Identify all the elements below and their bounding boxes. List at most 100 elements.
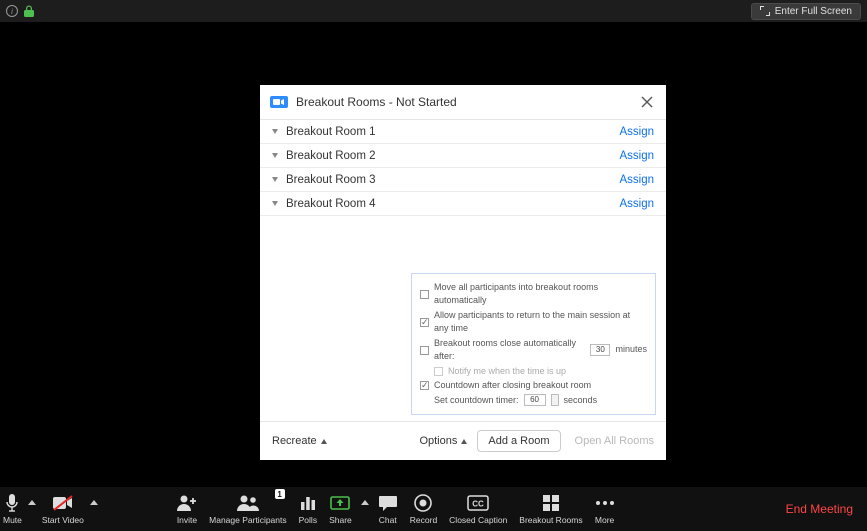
breakout-rooms-label: Breakout Rooms — [519, 515, 582, 525]
room-row[interactable]: Breakout Room 3 Assign — [260, 168, 666, 192]
chevron-up-icon — [321, 439, 327, 444]
svg-text:CC: CC — [472, 500, 484, 509]
options-label: Options — [419, 435, 457, 447]
options-popup: Move all participants into breakout room… — [411, 273, 656, 416]
chevron-up-icon — [90, 500, 98, 505]
breakout-rooms-button[interactable]: Breakout Rooms — [513, 487, 588, 531]
dialog-title: Breakout Rooms - Not Started — [296, 95, 630, 109]
recreate-label: Recreate — [272, 435, 317, 447]
option-close-after[interactable]: Breakout rooms close automatically after… — [420, 337, 647, 364]
option-label: Countdown after closing breakout room — [434, 379, 591, 393]
option-label: Set countdown timer: — [434, 394, 519, 408]
mute-label: Mute — [3, 515, 22, 525]
option-unit: seconds — [564, 394, 598, 408]
share-label: Share — [329, 515, 352, 525]
manage-participants-button[interactable]: 1 Manage Participants — [203, 487, 293, 531]
option-notify[interactable]: Notify me when the time is up — [420, 365, 647, 379]
option-label: Allow participants to return to the main… — [434, 309, 647, 336]
polls-label: Polls — [299, 515, 317, 525]
checkbox[interactable] — [420, 290, 429, 299]
share-button[interactable]: Share — [323, 487, 358, 531]
info-icon[interactable]: i — [6, 5, 18, 17]
assign-link[interactable]: Assign — [619, 126, 654, 138]
option-move-auto[interactable]: Move all participants into breakout room… — [420, 281, 647, 308]
room-row[interactable]: Breakout Room 1 Assign — [260, 120, 666, 144]
record-icon — [414, 493, 432, 513]
option-label: Notify me when the time is up — [448, 365, 566, 379]
invite-icon — [177, 493, 197, 513]
chat-label: Chat — [379, 515, 397, 525]
more-label: More — [595, 515, 614, 525]
chevron-down-icon — [272, 177, 278, 182]
dialog-header: Breakout Rooms - Not Started — [260, 85, 666, 120]
chevron-down-icon — [272, 129, 278, 134]
assign-link[interactable]: Assign — [619, 150, 654, 162]
meeting-toolbar: Mute Start Video Invite 1 Manage Partici… — [0, 487, 867, 531]
start-video-button[interactable]: Start Video — [39, 487, 87, 531]
option-allow-return[interactable]: Allow participants to return to the main… — [420, 309, 647, 336]
room-row[interactable]: Breakout Room 2 Assign — [260, 144, 666, 168]
stepper[interactable] — [551, 394, 559, 406]
manage-participants-label: Manage Participants — [209, 515, 287, 525]
closed-caption-label: Closed Caption — [449, 515, 507, 525]
chevron-down-icon — [272, 153, 278, 158]
checkbox[interactable] — [420, 318, 429, 327]
microphone-icon — [4, 493, 20, 513]
polls-button[interactable]: Polls — [293, 487, 323, 531]
zoom-logo-icon — [270, 96, 288, 108]
fullscreen-icon — [760, 6, 770, 16]
option-label: Breakout rooms close automatically after… — [434, 337, 585, 364]
option-label: Move all participants into breakout room… — [434, 281, 647, 308]
video-off-icon — [52, 493, 74, 513]
participants-icon — [236, 493, 260, 513]
close-button[interactable] — [638, 93, 656, 111]
room-list: Breakout Room 1 Assign Breakout Room 2 A… — [260, 120, 666, 216]
room-row[interactable]: Breakout Room 4 Assign — [260, 192, 666, 216]
polls-icon — [299, 493, 317, 513]
room-name: Breakout Room 2 — [286, 150, 376, 162]
option-countdown[interactable]: Countdown after closing breakout room — [420, 379, 647, 393]
breakout-rooms-icon — [542, 493, 560, 513]
checkbox[interactable] — [434, 367, 443, 376]
record-button[interactable]: Record — [404, 487, 443, 531]
recreate-menu[interactable]: Recreate — [272, 435, 327, 447]
share-screen-icon — [330, 493, 350, 513]
chevron-down-icon — [272, 201, 278, 206]
more-icon — [595, 493, 615, 513]
video-menu-caret[interactable] — [87, 487, 101, 531]
chat-button[interactable]: Chat — [372, 487, 404, 531]
checkbox[interactable] — [420, 346, 429, 355]
chevron-up-icon — [461, 439, 467, 444]
assign-link[interactable]: Assign — [619, 198, 654, 210]
countdown-seconds-input[interactable]: 60 — [524, 394, 546, 406]
participant-count-badge: 1 — [275, 489, 285, 499]
enter-full-screen-button[interactable]: Enter Full Screen — [751, 3, 861, 20]
options-menu[interactable]: Options — [419, 435, 467, 447]
end-meeting-button[interactable]: End Meeting — [786, 502, 853, 516]
option-countdown-timer[interactable]: Set countdown timer: 60 seconds — [420, 394, 647, 408]
audio-menu-caret[interactable] — [25, 487, 39, 531]
checkbox[interactable] — [420, 381, 429, 390]
room-name: Breakout Room 4 — [286, 198, 376, 210]
mute-button[interactable]: Mute — [0, 487, 25, 531]
start-video-label: Start Video — [42, 515, 84, 525]
room-name: Breakout Room 1 — [286, 126, 376, 138]
room-name: Breakout Room 3 — [286, 174, 376, 186]
invite-label: Invite — [177, 515, 197, 525]
breakout-rooms-dialog: Breakout Rooms - Not Started Breakout Ro… — [260, 85, 666, 460]
invite-button[interactable]: Invite — [171, 487, 203, 531]
option-unit: minutes — [615, 343, 647, 357]
close-icon — [641, 96, 653, 108]
dialog-footer: Recreate Options Add a Room Open All Roo… — [260, 421, 666, 460]
close-after-minutes-input[interactable]: 30 — [590, 344, 610, 356]
closed-caption-button[interactable]: CC Closed Caption — [443, 487, 513, 531]
chat-icon — [378, 493, 398, 513]
assign-link[interactable]: Assign — [619, 174, 654, 186]
record-label: Record — [410, 515, 437, 525]
closed-caption-icon: CC — [467, 493, 489, 513]
add-room-button[interactable]: Add a Room — [477, 430, 560, 452]
chevron-up-icon — [28, 500, 36, 505]
share-menu-caret[interactable] — [358, 487, 372, 531]
more-button[interactable]: More — [589, 487, 621, 531]
encryption-lock-icon[interactable] — [24, 5, 34, 17]
